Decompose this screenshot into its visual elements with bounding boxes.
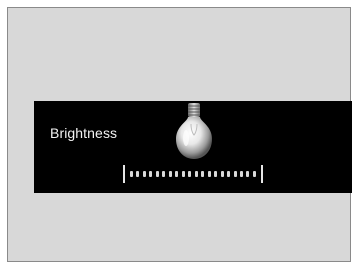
slider-segment — [201, 171, 205, 177]
slider-segment — [188, 171, 192, 177]
brightness-slider[interactable] — [123, 165, 263, 183]
slider-segment — [168, 171, 172, 177]
slider-segment — [142, 171, 146, 177]
slider-segment — [220, 171, 224, 177]
light-bulb-icon — [176, 103, 212, 159]
slider-segment — [181, 171, 185, 177]
slider-segment — [227, 171, 231, 177]
slider-segment — [239, 171, 243, 177]
slider-track[interactable] — [130, 171, 256, 177]
screen-frame: Brightness — [7, 7, 352, 262]
slider-segment — [155, 171, 159, 177]
slider-segment — [149, 171, 153, 177]
slider-segment — [246, 171, 250, 177]
slider-segment — [214, 171, 218, 177]
slider-segment — [194, 171, 198, 177]
brightness-label: Brightness — [50, 125, 118, 141]
brightness-panel: Brightness — [34, 101, 352, 193]
slider-left-end — [123, 165, 125, 183]
slider-segment — [252, 171, 256, 177]
slider-segment — [130, 171, 133, 177]
slider-right-end — [261, 165, 263, 183]
slider-segment — [233, 171, 237, 177]
slider-segment — [207, 171, 211, 177]
slider-segment — [175, 171, 179, 177]
slider-segment — [136, 171, 140, 177]
slider-segment — [162, 171, 166, 177]
